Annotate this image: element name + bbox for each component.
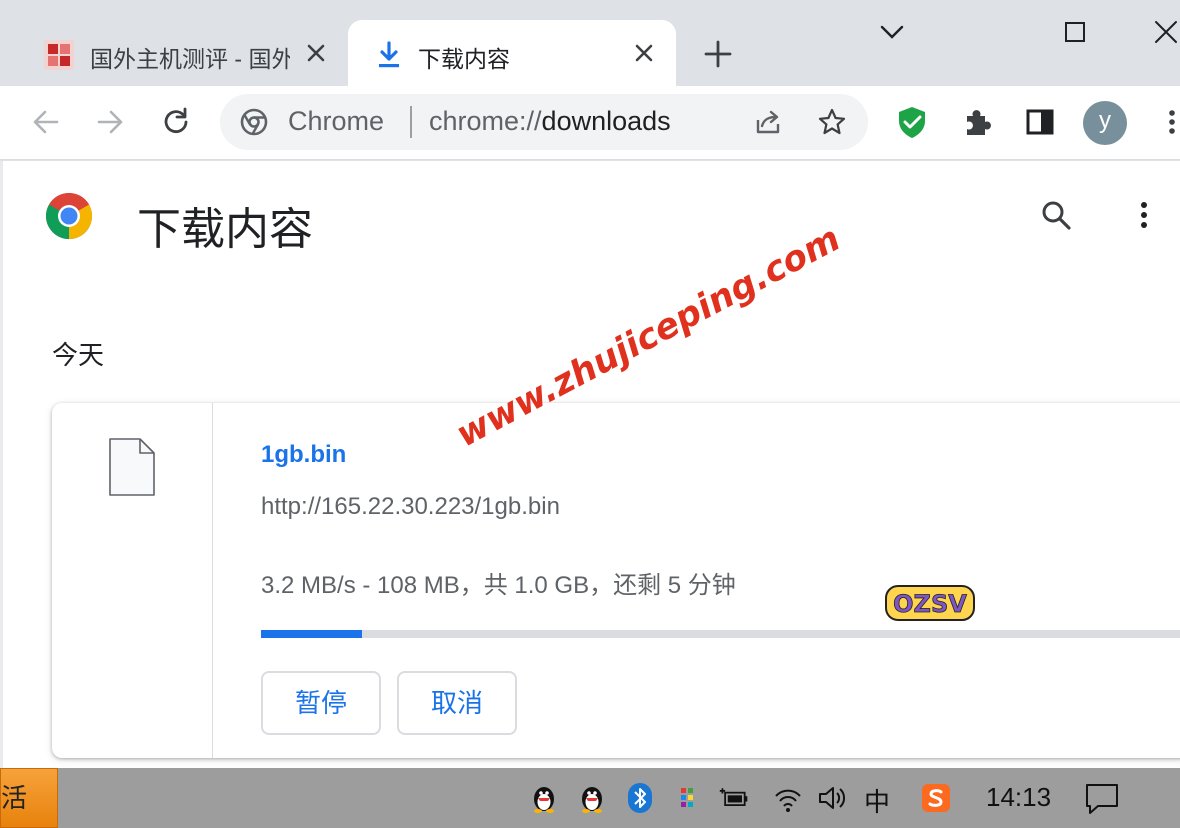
- qq-penguin-icon[interactable]: [528, 782, 560, 814]
- back-arrow-icon[interactable]: [28, 104, 64, 140]
- volume-speaker-icon[interactable]: [816, 782, 848, 814]
- download-icon: [379, 41, 399, 68]
- browser-toolbar: Chrome chrome://downloads y: [0, 86, 1180, 160]
- badge-text: OZSV: [893, 590, 967, 618]
- extensions-puzzle-icon[interactable]: [959, 104, 995, 140]
- pause-button[interactable]: 暂停: [261, 671, 381, 735]
- tab-strip: 国外主机测评 - 国外 下载内容: [0, 0, 1180, 86]
- power-battery-icon[interactable]: [718, 782, 750, 814]
- card-divider: [212, 403, 213, 758]
- tab-search-chevron-down-icon[interactable]: [874, 14, 910, 50]
- ozsv-sticker-badge: OZSV: [885, 585, 975, 621]
- profile-avatar[interactable]: y: [1083, 101, 1127, 145]
- new-tab-plus-icon[interactable]: [700, 36, 736, 72]
- qq-penguin-icon[interactable]: [576, 782, 608, 814]
- download-progress-fill: [261, 630, 362, 638]
- reload-icon[interactable]: [158, 104, 194, 140]
- close-window-icon[interactable]: [1148, 14, 1180, 50]
- chrome-logo-icon: [45, 192, 93, 240]
- file-icon: [109, 438, 155, 496]
- forward-arrow-icon[interactable]: [92, 104, 128, 140]
- tab-zhujiceping[interactable]: 国外主机测评 - 国外: [18, 20, 348, 86]
- tab-close-icon[interactable]: [630, 39, 658, 67]
- omnibox[interactable]: Chrome chrome://downloads: [220, 94, 868, 150]
- omnibox-divider: [410, 106, 412, 138]
- page-title: 下载内容: [137, 205, 313, 254]
- taskbar: 活 中 14:13: [0, 768, 1180, 828]
- side-panel-icon[interactable]: [1022, 104, 1058, 140]
- download-source-url: http://165.22.30.223/1gb.bin: [261, 493, 560, 520]
- wifi-icon[interactable]: [772, 782, 804, 814]
- sogou-input-icon[interactable]: [920, 782, 952, 814]
- date-section-heading: 今天: [52, 340, 105, 370]
- downloads-page: 下载内容 今天 1gb.bin http://165.22.30.223/1gb…: [0, 161, 1180, 768]
- download-filename-link[interactable]: 1gb.bin: [261, 441, 346, 469]
- taskbar-app-button[interactable]: 活: [0, 768, 58, 828]
- bluetooth-icon[interactable]: [624, 782, 656, 814]
- browser-menu-icon[interactable]: [1152, 104, 1180, 140]
- tab-downloads[interactable]: 下载内容: [348, 20, 676, 86]
- more-actions-icon[interactable]: [1128, 197, 1164, 233]
- shield-extension-icon[interactable]: [894, 104, 930, 140]
- url-host: downloads: [541, 106, 671, 136]
- download-item-card: 1gb.bin http://165.22.30.223/1gb.bin 3.2…: [52, 403, 1180, 758]
- url-scheme: chrome://: [429, 106, 542, 136]
- bookmark-star-icon[interactable]: [816, 106, 848, 138]
- tab-close-icon[interactable]: [302, 39, 330, 67]
- url-text: chrome://downloads: [429, 106, 671, 137]
- maximize-icon[interactable]: [1057, 14, 1093, 50]
- cancel-button[interactable]: 取消: [397, 671, 517, 735]
- color-grid-app-icon[interactable]: [672, 782, 704, 814]
- site-favicon-icon: [44, 40, 74, 70]
- share-icon[interactable]: [752, 106, 784, 138]
- page-left-edge: [0, 161, 3, 768]
- ime-indicator[interactable]: 中: [864, 782, 890, 819]
- download-progress-bar: [261, 630, 1180, 638]
- download-status-text: 3.2 MB/s - 108 MB，共 1.0 GB，还剩 5 分钟: [261, 572, 736, 599]
- taskbar-clock[interactable]: 14:13: [986, 782, 1051, 813]
- omnibox-chip-label: Chrome: [288, 106, 385, 136]
- tab-title: 下载内容: [418, 46, 510, 72]
- search-icon[interactable]: [1038, 197, 1074, 233]
- tab-title: 国外主机测评 - 国外: [90, 46, 290, 72]
- notification-center-icon[interactable]: [1084, 782, 1120, 816]
- chrome-page-icon: [240, 108, 268, 136]
